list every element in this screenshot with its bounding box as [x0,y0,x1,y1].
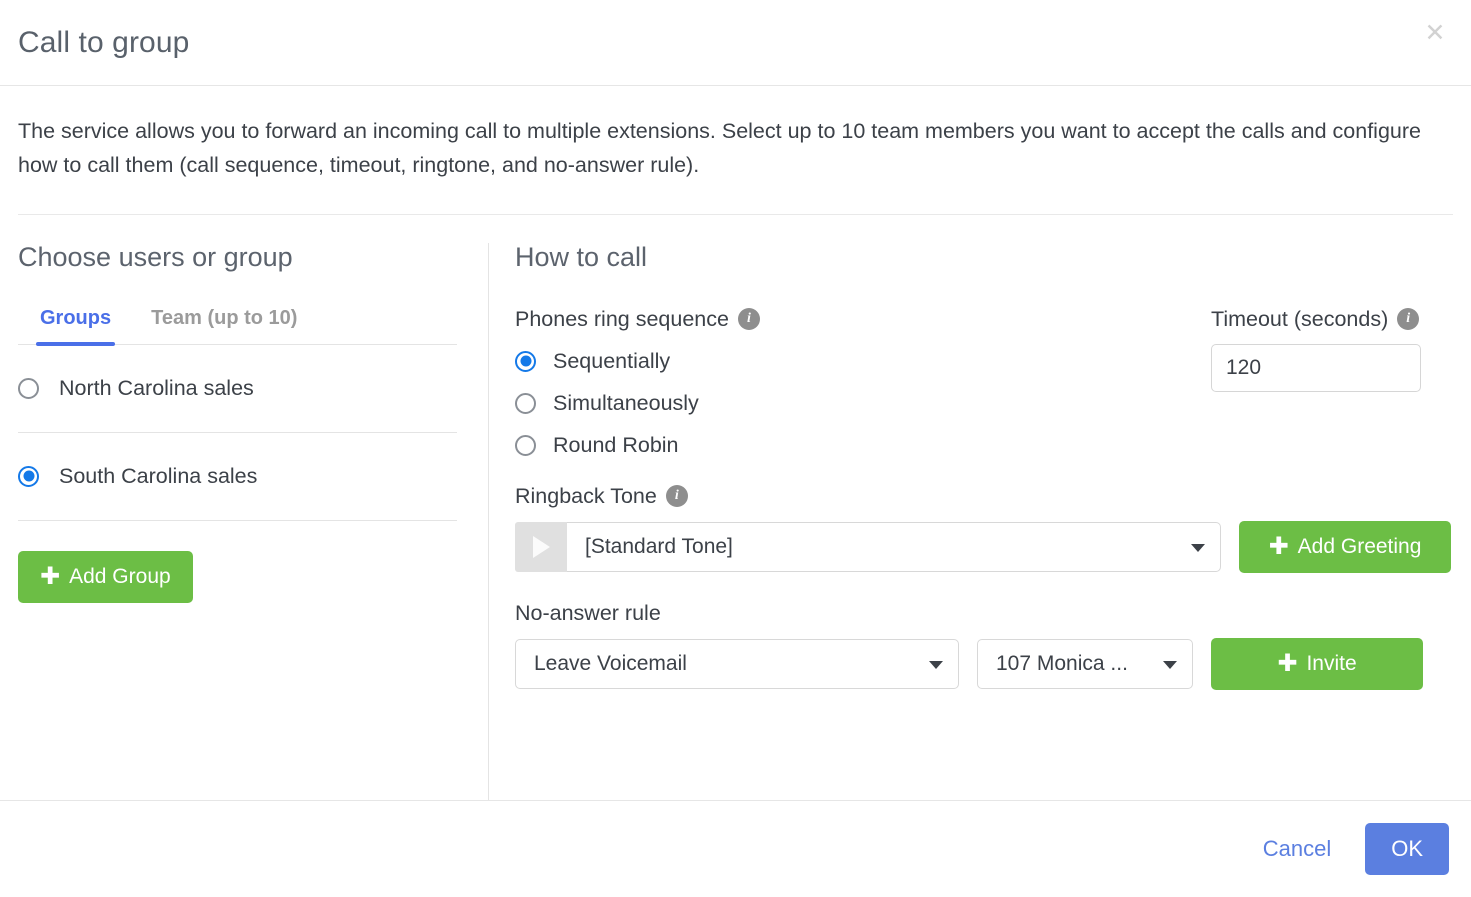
how-to-call-title: How to call [515,242,648,272]
choose-users-title: Choose users or group [18,242,293,272]
timeout-label-row: Timeout (seconds) i [1211,307,1451,332]
no-answer-action-select[interactable]: Leave Voicemail [515,638,959,689]
dialog-header: Call to group ✕ [0,0,1471,86]
timeout-input[interactable] [1211,343,1421,392]
plus-icon: ✚ [1268,531,1289,560]
add-group-button[interactable]: ✚ Add Group [18,550,193,603]
play-icon[interactable] [515,521,567,572]
cancel-button[interactable]: Cancel [1259,830,1335,868]
no-answer-target-select[interactable]: 107 Monica ... [977,638,1193,689]
ring-sequence-label-row: Phones ring sequence i [515,307,1211,332]
dialog-body: Choose users or group Groups Team (up to… [0,215,1471,800]
ok-button[interactable]: OK [1365,823,1449,875]
group-list: North Carolina sales South Carolina sale… [18,345,457,521]
timeout-block: Timeout (seconds) i [1211,307,1451,458]
radio-round-robin[interactable] [515,434,536,456]
plus-icon: ✚ [40,561,61,590]
info-icon[interactable]: i [665,485,688,508]
dialog-description-section: The service allows you to forward an inc… [0,86,1471,182]
no-answer-action-value: Leave Voicemail [534,651,687,675]
dialog-footer: Cancel OK [0,800,1471,897]
ringback-tone-label: Ringback Tone [515,483,657,508]
no-answer-row: Leave Voicemail 107 Monica ... ✚ Invite [515,637,1451,690]
tab-team[interactable]: Team (up to 10) [147,307,301,344]
plus-icon: ✚ [1277,648,1298,677]
page-title: Call to group [18,25,190,59]
ring-option-round-robin[interactable]: Round Robin [515,433,1211,458]
group-tabs: Groups Team (up to 10) [18,306,457,346]
invite-button[interactable]: ✚ Invite [1211,637,1423,690]
tab-groups[interactable]: Groups [36,306,116,346]
group-item-south-carolina[interactable]: South Carolina sales [18,433,457,521]
no-answer-label-row: No-answer rule [515,601,1451,626]
chevron-down-icon [1163,660,1177,669]
no-answer-rule-label: No-answer rule [515,600,661,625]
choose-users-panel: Choose users or group Groups Team (up to… [0,242,488,800]
info-icon[interactable]: i [737,308,760,331]
chevron-down-icon [1191,543,1205,552]
no-answer-target-value: 107 Monica ... [996,651,1128,675]
call-to-group-dialog: Call to group ✕ The service allows you t… [0,0,1471,897]
invite-label: Invite [1306,651,1357,675]
timeout-label: Timeout (seconds) [1211,306,1389,331]
ring-option-sequentially[interactable]: Sequentially [515,349,1211,374]
ring-option-simultaneously[interactable]: Simultaneously [515,391,1211,416]
ringback-tone-value: [Standard Tone] [585,534,733,558]
ring-sequence-block: Phones ring sequence i Sequentially Simu… [515,307,1451,458]
group-item-label: South Carolina sales [59,463,258,488]
tab-groups-label: Groups [40,306,112,329]
group-item-label: North Carolina sales [59,375,254,400]
group-item-north-carolina[interactable]: North Carolina sales [18,345,457,433]
ringback-label-row: Ringback Tone i [515,484,1451,509]
tab-team-label: Team (up to 10) [151,306,298,329]
add-greeting-button[interactable]: ✚ Add Greeting [1239,520,1451,573]
radio-sequentially[interactable] [515,350,536,372]
ring-sequence-options-group: Phones ring sequence i Sequentially Simu… [515,307,1211,458]
dialog-description: The service allows you to forward an inc… [18,119,1421,177]
chevron-down-icon [929,660,943,669]
radio-north-carolina[interactable] [18,377,39,399]
ringback-tone-select[interactable]: [Standard Tone] [567,521,1221,572]
how-to-call-panel: How to call Phones ring sequence i Seque… [488,242,1471,800]
add-group-label: Add Group [69,564,171,588]
radio-simultaneously[interactable] [515,392,536,414]
ring-option-label: Round Robin [553,432,679,457]
radio-south-carolina[interactable] [18,465,39,487]
ringback-player-group: [Standard Tone] [515,521,1221,572]
ring-sequence-label: Phones ring sequence [515,306,729,331]
info-icon[interactable]: i [1397,308,1420,331]
ringback-row: [Standard Tone] ✚ Add Greeting [515,520,1451,573]
play-triangle [532,535,550,558]
close-icon[interactable]: ✕ [1421,18,1449,46]
ring-option-label: Sequentially [553,348,671,373]
ring-option-label: Simultaneously [553,390,699,415]
add-greeting-label: Add Greeting [1297,534,1422,558]
